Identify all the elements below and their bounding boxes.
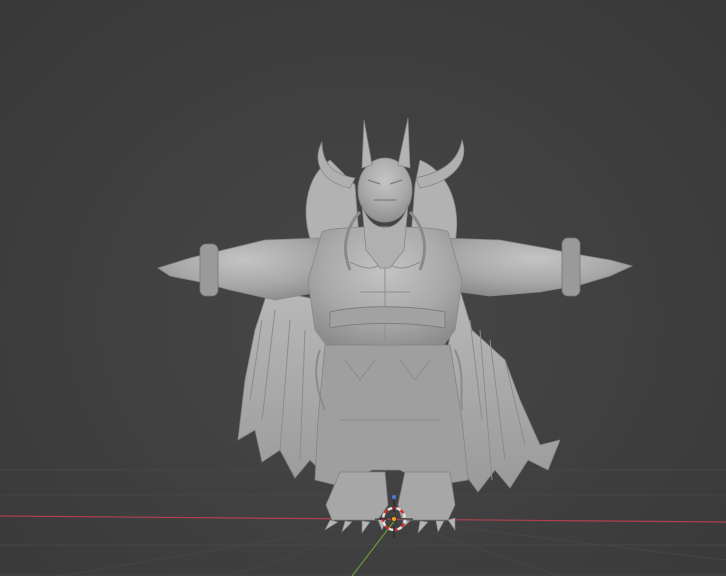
left-horn [361,119,373,169]
viewport-canvas[interactable] [0,0,726,576]
right-horn [397,117,411,169]
pants [314,344,469,487]
right-foot [397,471,456,521]
character-model[interactable] [157,117,634,534]
left-arm [157,237,331,301]
z-axis-marker [392,495,396,499]
head [357,157,413,223]
right-arm [439,237,634,297]
right-wrist-band [561,237,581,297]
3d-viewport[interactable] [0,0,726,576]
left-wrist-band [199,243,219,297]
object-origin[interactable] [391,516,397,522]
